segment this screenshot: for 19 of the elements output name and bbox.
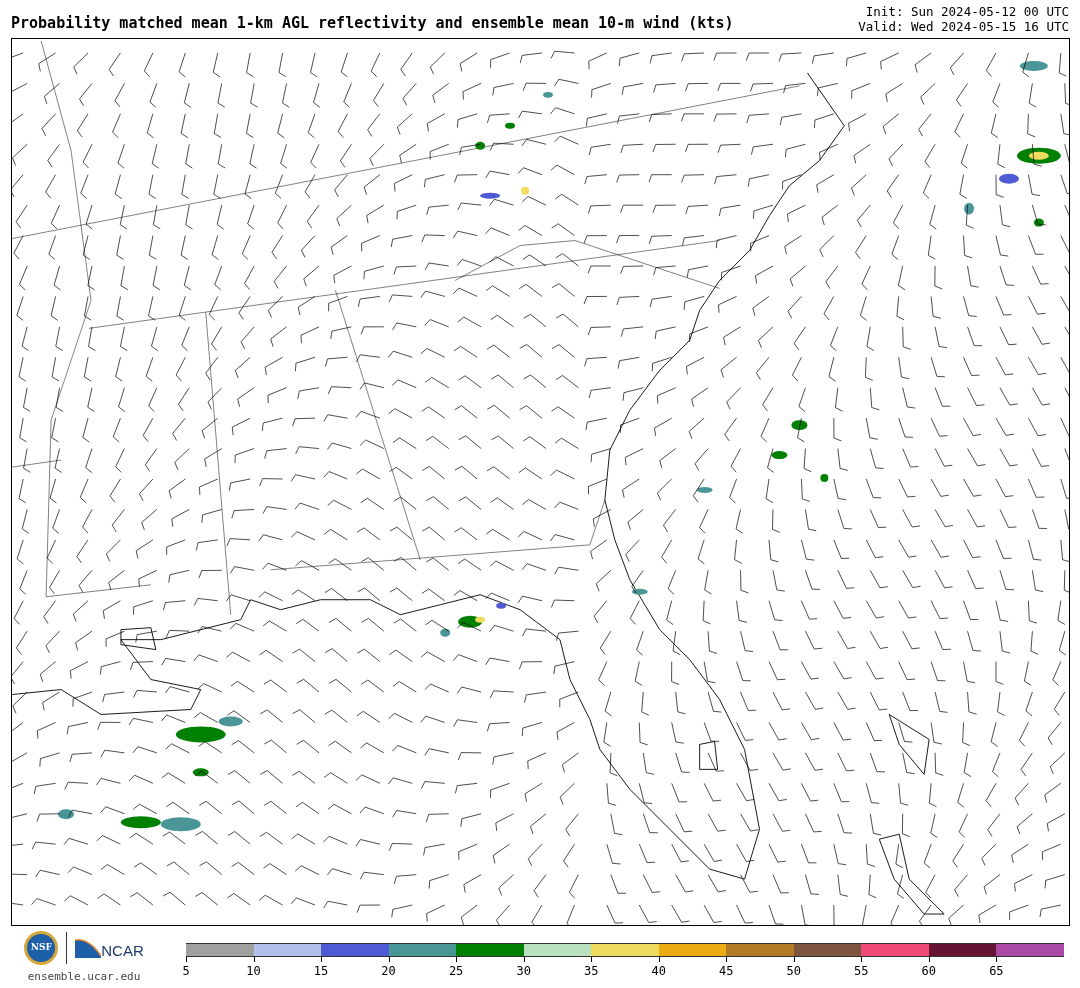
legend-label: 50 — [786, 963, 801, 980]
valid-time: Valid: Wed 2024-05-15 16 UTC — [858, 19, 1069, 34]
legend-label: 15 — [313, 963, 329, 980]
init-time: Init: Sun 2024-05-12 00 UTC — [865, 4, 1069, 19]
legend-label: 20 — [381, 963, 396, 980]
legend-label: 60 — [921, 963, 937, 980]
legend-label: 55 — [854, 963, 869, 980]
legend-label: 40 — [651, 963, 666, 980]
legend-label: 10 — [246, 963, 261, 980]
legend-label: 30 — [516, 963, 531, 980]
legend-label: 65 — [989, 963, 1004, 980]
chart-title: Probability matched mean 1-km AGL reflectivity and ensemble mean 10-m wind (kts) — [11, 12, 734, 34]
legend-label: 45 — [719, 963, 734, 980]
legend-label: 5 — [182, 963, 190, 980]
nsf-logo: NSF — [24, 931, 59, 965]
ncar-logo: NCAR — [75, 938, 144, 958]
website-url: ensemble.ucar.edu — [27, 969, 141, 985]
legend-label: 35 — [583, 963, 599, 980]
legend-label: 25 — [448, 963, 464, 980]
